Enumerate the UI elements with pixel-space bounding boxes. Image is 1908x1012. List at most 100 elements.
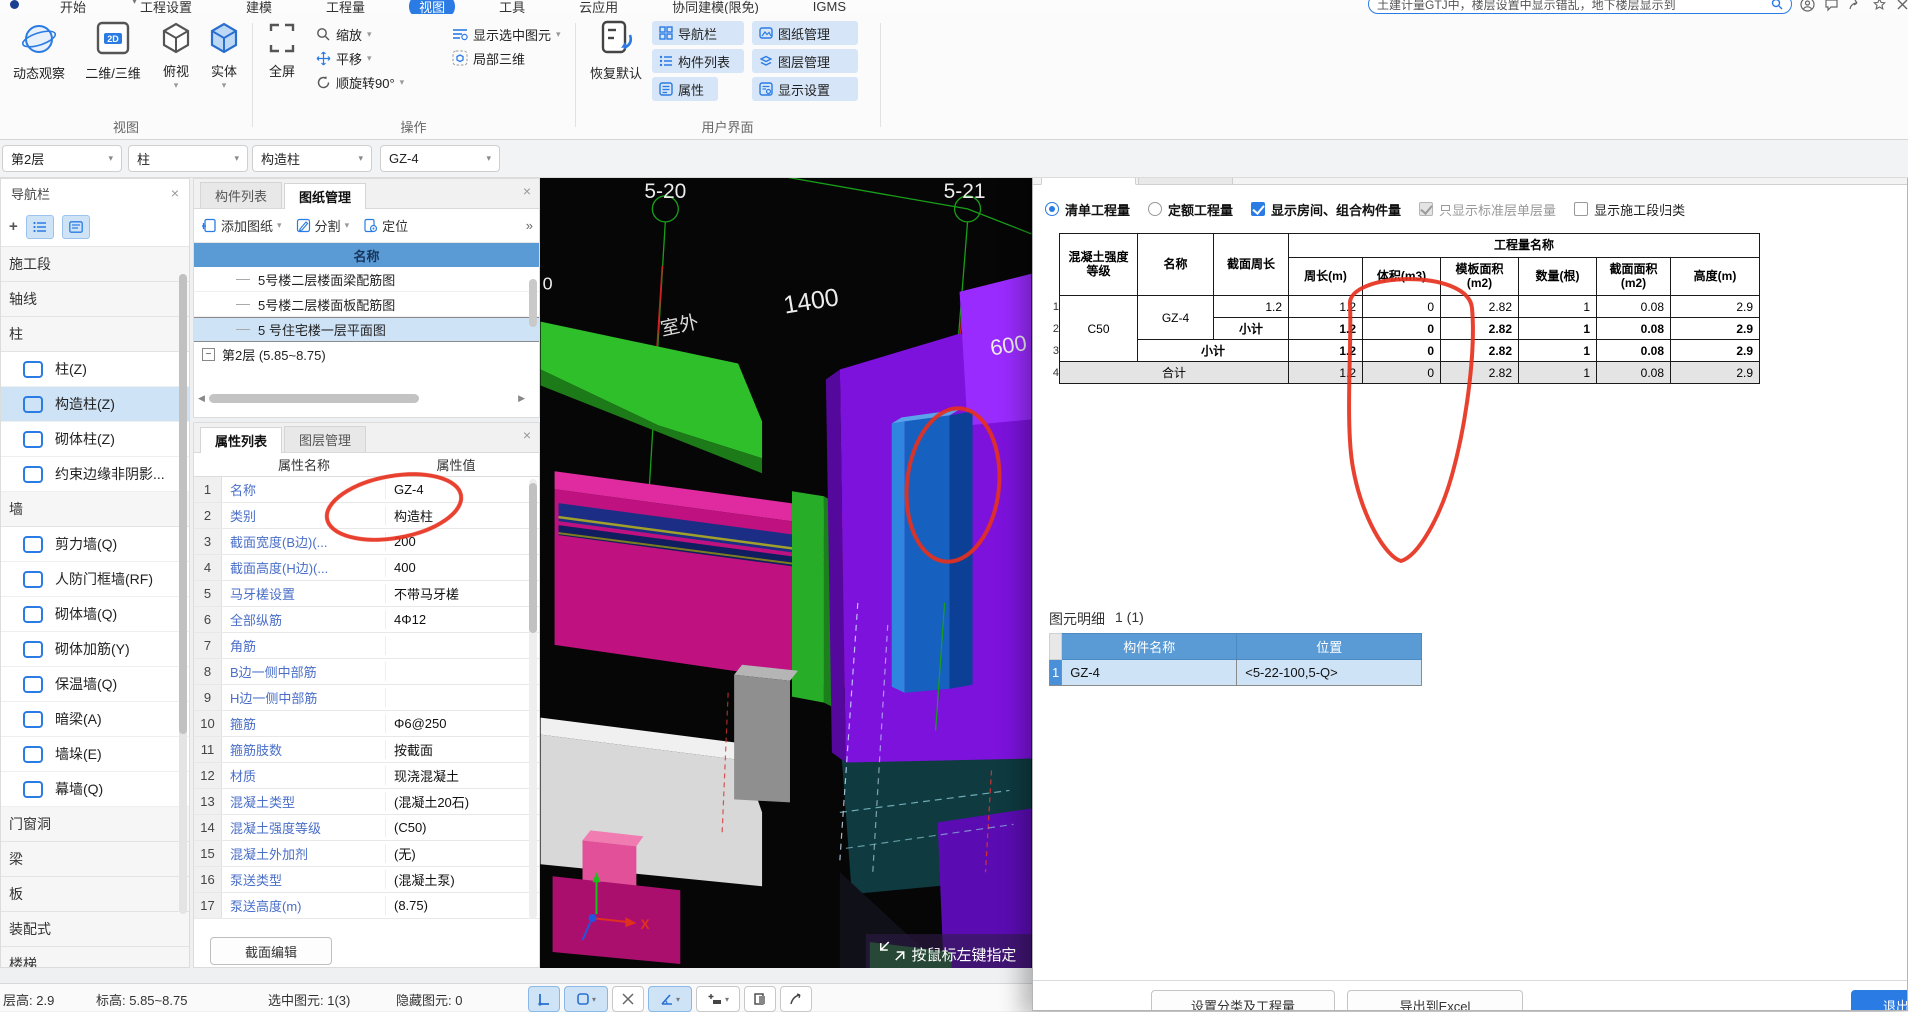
local-3d-button[interactable]: 局部三维 [452, 47, 525, 69]
table-row-subtotal[interactable]: 小计 1.2 0 2.82 1 0.08 2.9 [1060, 339, 1760, 362]
component-type-select[interactable]: 构造柱 ▾ [252, 145, 372, 172]
app-logo[interactable] [10, 0, 19, 9]
table-row-total[interactable]: 合计 1.2 0 2.82 1 0.08 2.9 [1059, 361, 1760, 384]
sidebar-item[interactable]: 施工段 [1, 247, 189, 282]
property-value[interactable]: (混凝土泵) [386, 870, 526, 889]
component-list-toggle-button[interactable]: 构件列表 [652, 49, 744, 73]
sidebar-item[interactable]: 门窗洞 [1, 807, 189, 842]
property-value[interactable]: Φ6@250 [386, 716, 526, 731]
star-icon[interactable] [1872, 0, 1887, 12]
property-row[interactable]: 6 全部纵筋 4Φ12 [194, 607, 539, 633]
sidebar-item[interactable]: 梁 [1, 842, 189, 877]
sidebar-item[interactable]: 暗梁(A) [1, 702, 189, 737]
locate-drawing-button[interactable]: 定位 [363, 216, 408, 235]
property-value[interactable]: (混凝土20石) [386, 792, 526, 811]
exit-button[interactable]: 退出 [1851, 990, 1907, 1010]
vertical-scrollbar-thumb[interactable] [529, 279, 537, 327]
menu-item[interactable]: 工程设置 [130, 0, 202, 14]
property-row[interactable]: 3 截面宽度(B边)(... 200 [194, 529, 539, 555]
menu-item[interactable]: 建模 [236, 0, 282, 14]
checkbox-show-room[interactable]: 显示房间、组合构件量 [1251, 200, 1401, 219]
split-drawing-button[interactable]: 分割 ▾ [296, 216, 349, 235]
horizontal-scrollbar[interactable]: ◀ ▶ [198, 391, 525, 405]
add-icon[interactable]: + [9, 218, 18, 235]
scroll-right-icon[interactable]: ▶ [518, 393, 525, 404]
sidebar-item[interactable]: 板 [1, 877, 189, 912]
sidebar-item[interactable]: 轴线 [1, 282, 189, 317]
element-detail-table[interactable]: 构件名称 位置 1 GZ-4 <5-22-100,5-Q> [1048, 633, 1423, 686]
display-settings-toggle-button[interactable]: 显示设置 [752, 77, 858, 101]
property-row[interactable]: 9 H边一侧中部筋 [194, 685, 539, 711]
zoom-button[interactable]: 缩放 ▾ [316, 23, 372, 45]
nav-detail-view-button[interactable] [61, 214, 90, 239]
scrollbar-thumb[interactable] [529, 483, 537, 633]
sidebar-item[interactable]: 砌体墙(Q) [1, 597, 189, 632]
tab-component-list[interactable]: 构件列表 [200, 182, 283, 208]
property-value[interactable]: 不带马牙槎 [386, 584, 526, 603]
batch-select-button[interactable] [744, 986, 776, 1012]
drawing-mgmt-toggle-button[interactable]: 图纸管理 [752, 21, 858, 45]
layer-mgmt-toggle-button[interactable]: 图层管理 [752, 49, 858, 73]
add-element-button[interactable]: ▾ [696, 986, 740, 1012]
rotate90-button[interactable]: 顺旋转90° ▾ [316, 71, 404, 93]
export-excel-button[interactable]: 导出到Excel [1347, 990, 1523, 1010]
ortho-mode-button[interactable] [528, 986, 560, 1012]
rect-select-button[interactable]: ▾ [564, 986, 608, 1012]
checkbox-standard-layer[interactable]: 只显示标准层单层量 [1419, 200, 1556, 219]
section-edit-button[interactable]: 截面编辑 [210, 937, 332, 965]
layer-tree-row[interactable]: − 第2层 (5.85~8.75) [194, 342, 539, 367]
close-icon[interactable]: × [523, 427, 531, 443]
close-icon[interactable] [1896, 0, 1908, 11]
solid-mode-button[interactable]: 实体 ▾ [202, 17, 246, 101]
property-row[interactable]: 12 材质 现浇混凝土 [194, 763, 539, 789]
angle-snap-button[interactable]: ▾ [648, 986, 692, 1012]
navigator-scrollbar[interactable] [179, 274, 187, 914]
user-icon[interactable] [1800, 0, 1815, 12]
sidebar-item[interactable]: 人防门框墙(RF) [1, 562, 189, 597]
property-value[interactable]: 现浇混凝土 [386, 766, 526, 785]
menu-item[interactable]: 工程量 [316, 0, 375, 14]
menu-item[interactable]: 协同建模(限免) [662, 0, 769, 14]
menu-item[interactable]: 开始 [50, 0, 96, 14]
sidebar-item[interactable]: 砌体加筋(Y) [1, 632, 189, 667]
sidebar-item[interactable]: 装配式 [1, 912, 189, 947]
2d-3d-toggle-button[interactable]: 2D 二维/三维 [76, 17, 150, 101]
quantity-table[interactable]: 混凝土强度等级 名称 截面周长 工程量名称 周长(m) 体积(m3) 模板面积(… [1059, 233, 1760, 384]
arc-tool-button[interactable] [780, 986, 812, 1012]
property-row[interactable]: 15 混凝土外加剂 (无) [194, 841, 539, 867]
navbar-toggle-button[interactable]: 导航栏 [652, 21, 744, 45]
close-icon[interactable]: × [523, 183, 531, 199]
property-value[interactable]: 400 [386, 560, 526, 575]
property-value[interactable]: (8.75) [386, 898, 526, 913]
tab-property-list[interactable]: 属性列表 [200, 427, 283, 453]
show-selected-button[interactable]: 显示选中图元 ▾ [452, 23, 561, 45]
pan-button[interactable]: 平移 ▾ [316, 47, 372, 69]
chat-icon[interactable] [1824, 0, 1839, 12]
radio-list-quantity[interactable]: 清单工程量 [1045, 200, 1130, 219]
viewport-3d-canvas[interactable]: 5-20 5-21 0 室外 1400 600 X 按鼠标左键指定 [540, 174, 1032, 968]
property-row[interactable]: 11 箍筋肢数 按截面 [194, 737, 539, 763]
more-tools-icon[interactable]: » [526, 218, 533, 233]
scrollbar-thumb[interactable] [179, 274, 187, 734]
drawing-row[interactable]: 5号楼二层楼面板配筋图 [194, 292, 539, 317]
sidebar-item[interactable]: 楼梯 [1, 947, 189, 967]
share-icon[interactable] [1848, 0, 1863, 12]
floor-select[interactable]: 第2层 ▾ [2, 145, 122, 172]
sidebar-item[interactable]: 墙 [1, 492, 189, 527]
tab-layer-mgmt[interactable]: 图层管理 [284, 426, 367, 452]
add-drawing-button[interactable]: 添加图纸 ▾ [202, 216, 282, 235]
menu-item[interactable]: IGMS [803, 0, 856, 14]
top-view-button[interactable]: 俯视 ▾ [153, 17, 199, 101]
property-value[interactable]: 构造柱 [386, 506, 526, 525]
restore-default-button[interactable]: 恢复默认 [585, 17, 647, 101]
property-row[interactable]: 8 B边一侧中部筋 [194, 659, 539, 685]
sidebar-item[interactable]: 剪力墙(Q) [1, 527, 189, 562]
property-row[interactable]: 1 名称 GZ-4 [194, 477, 539, 503]
category-select[interactable]: 柱 ▾ [128, 145, 248, 172]
property-value[interactable]: 200 [386, 534, 526, 549]
menu-item[interactable]: 视图 [409, 0, 456, 14]
checkbox-section-group[interactable]: 显示施工段归类 [1574, 200, 1685, 219]
tab-drawing-mgmt[interactable]: 图纸管理 [284, 183, 367, 209]
property-value[interactable]: 按截面 [386, 740, 526, 759]
property-row[interactable]: 14 混凝土强度等级 (C50) [194, 815, 539, 841]
